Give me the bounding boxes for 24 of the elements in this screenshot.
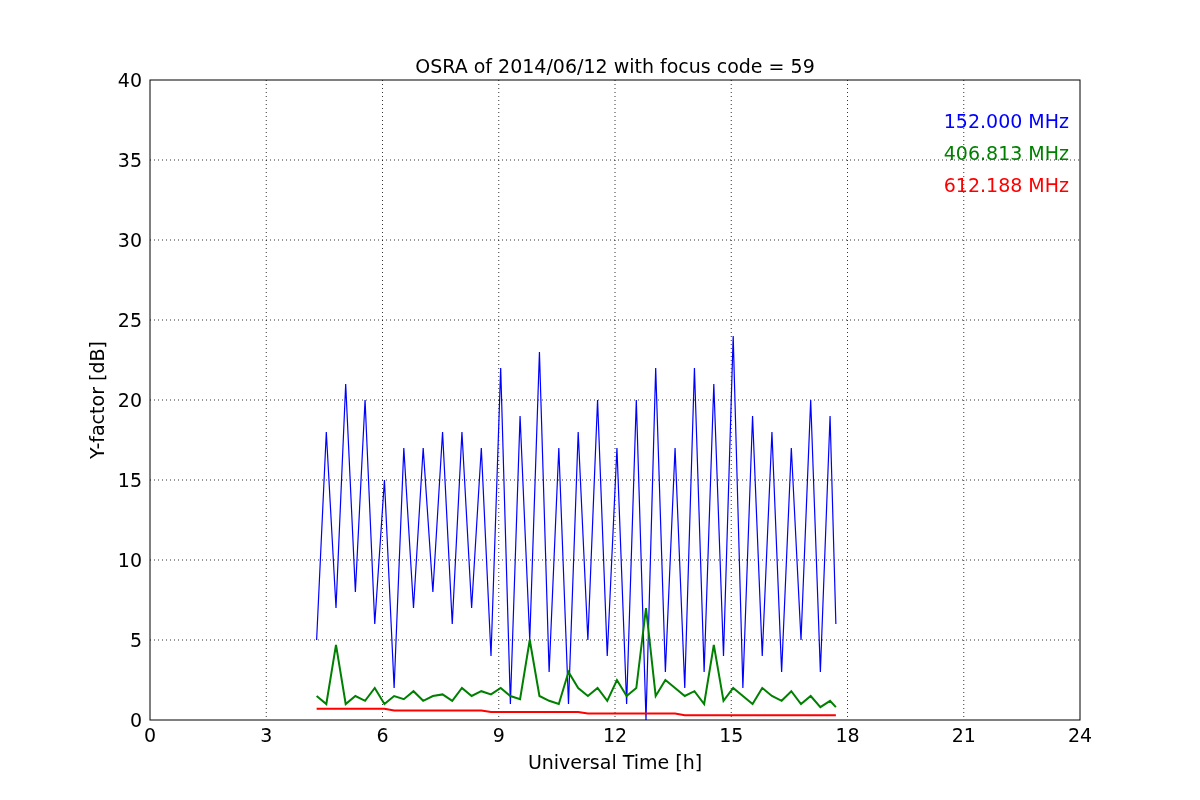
y-tick-label: 30	[117, 229, 142, 251]
y-tick-label: 25	[117, 309, 142, 331]
x-tick-label: 24	[1067, 724, 1093, 746]
x-tick-label: 12	[602, 724, 628, 746]
y-tick-label: 10	[117, 549, 142, 571]
legend-label: 406.813 MHz	[943, 142, 1069, 164]
x-tick-label: 9	[492, 724, 505, 746]
y-tick-label: 35	[117, 149, 142, 171]
legend-label: 152.000 MHz	[943, 110, 1069, 132]
chart-title: OSRA of 2014/06/12 with focus code = 59	[415, 55, 815, 77]
x-tick-label: 6	[376, 724, 389, 746]
y-tick-label: 15	[117, 469, 142, 491]
x-tick-label: 21	[951, 724, 976, 746]
x-tick-label: 3	[260, 724, 273, 746]
y-axis-label: Y-factor [dB]	[86, 341, 108, 459]
x-tick-label: 15	[719, 724, 744, 746]
x-tick-label: 0	[143, 724, 157, 746]
y-tick-label: 40	[117, 69, 142, 91]
y-tick-label: 20	[117, 389, 142, 411]
y-tick-label: 5	[129, 629, 142, 651]
x-tick-label: 18	[835, 724, 860, 746]
x-axis-label: Universal Time [h]	[527, 751, 703, 773]
y-tick-label: 0	[129, 709, 142, 731]
legend-label: 612.188 MHz	[943, 174, 1069, 196]
